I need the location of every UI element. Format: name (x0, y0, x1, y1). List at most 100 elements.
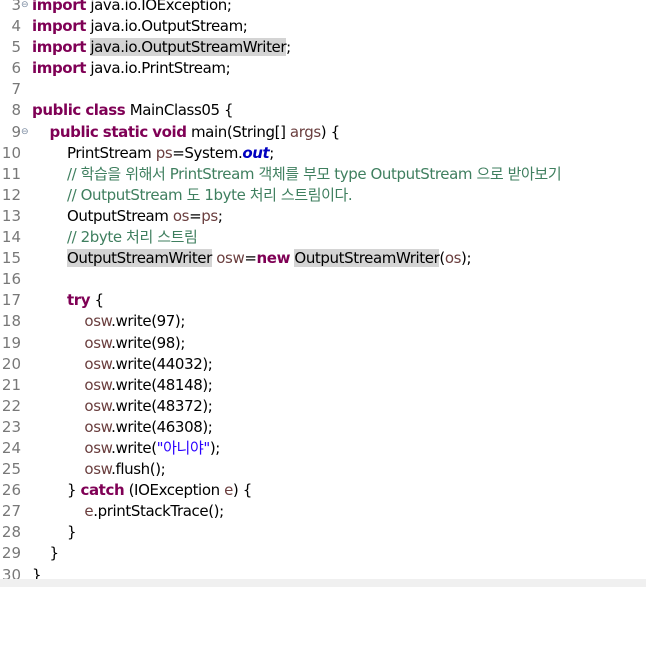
keyword-token: import (32, 38, 86, 57)
line-number: 25 (1, 460, 21, 479)
variable-token: osw (84, 438, 112, 457)
code-line-25[interactable]: 25 osw.flush(); (0, 459, 646, 480)
code-text: OutputStreamWriter osw=new OutputStreamW… (32, 248, 472, 269)
code-editor[interactable]: 3 ⊖ import java.io.IOException; 4 import… (0, 0, 646, 586)
variable-token: osw (84, 417, 112, 436)
code-line-7[interactable]: 7 (0, 79, 646, 100)
code-line-19[interactable]: 19 osw.write(98); (0, 333, 646, 354)
keyword-token: void (152, 122, 187, 141)
code-line-24[interactable]: 24 osw.write("아니야"); (0, 438, 646, 459)
fold-collapse-icon[interactable]: ⊖ (21, 122, 31, 143)
keyword-token: import (32, 59, 86, 78)
code-line-13[interactable]: 13 OutputStream os=ps; (0, 206, 646, 227)
plain-token: .write(48372); (111, 396, 213, 415)
code-text: osw.write(98); (32, 333, 185, 354)
fold-collapse-icon[interactable]: ⊖ (21, 0, 31, 16)
plain-token: { (90, 291, 104, 310)
code-text: import java.io.OutputStreamWriter; (32, 37, 291, 58)
code-line-28[interactable]: 28 } (0, 522, 646, 543)
code-line-5[interactable]: 5 import java.io.OutputStreamWriter; (0, 37, 646, 58)
code-line-22[interactable]: 22 osw.write(48372); (0, 396, 646, 417)
code-line-29[interactable]: 29 } (0, 543, 646, 564)
line-number: 4 (11, 17, 21, 36)
keyword-token: public (32, 101, 81, 120)
line-number: 14 (1, 228, 21, 247)
plain-token: .printStackTrace(); (93, 502, 224, 521)
line-number: 11 (1, 164, 21, 183)
code-text: } (32, 543, 59, 564)
code-line-26[interactable]: 26 } catch (IOException e) { (0, 480, 646, 501)
plain-token: MainClass05 { (125, 101, 234, 120)
line-number: 21 (1, 375, 21, 394)
plain-token: .write(44032); (111, 354, 213, 373)
code-line-12[interactable]: 12 // OutputStream 도 1byte 처리 스트림이다. (0, 185, 646, 206)
keyword-token: class (85, 101, 126, 120)
variable-token: ps (155, 143, 173, 162)
plain-token: .flush(); (111, 460, 166, 479)
plain-token: } (32, 523, 77, 542)
code-line-9[interactable]: 9 ⊖ public static void main(String[] arg… (0, 122, 646, 143)
variable-token: ps (201, 206, 218, 225)
plain-token: .write(98); (111, 333, 186, 352)
code-line-3[interactable]: 3 ⊖ import java.io.IOException; (0, 0, 646, 16)
line-number: 16 (1, 270, 21, 289)
variable-token: osw (84, 333, 112, 352)
plain-token: .write( (111, 438, 157, 457)
keyword-token: import (32, 0, 86, 14)
line-number: 12 (1, 185, 21, 204)
comment-token: // OutputStream 도 1byte 처리 스트림이다. (66, 185, 353, 204)
line-number: 29 (1, 544, 21, 563)
plain-token: } (32, 544, 59, 563)
code-line-16[interactable]: 16 (0, 269, 646, 290)
plain-token: ) { (232, 481, 252, 500)
code-line-10[interactable]: 10 PrintStream ps=System.out; (0, 143, 646, 164)
variable-token: osw (84, 354, 112, 373)
code-line-27[interactable]: 27 e.printStackTrace(); (0, 501, 646, 522)
variable-token: os (444, 249, 462, 268)
plain-token: ; (217, 206, 223, 225)
occurrence-highlight: OutputStreamWriter (294, 249, 440, 268)
code-line-17[interactable]: 17 try { (0, 290, 646, 311)
code-text: osw.write("아니야"); (32, 438, 220, 459)
line-number: 5 (11, 38, 21, 57)
code-line-8[interactable]: 8 public class MainClass05 { (0, 100, 646, 121)
code-line-4[interactable]: 4 import java.io.OutputStream; (0, 16, 646, 37)
line-number: 3 (11, 0, 21, 14)
variable-token: osw (84, 375, 112, 394)
plain-token: ); (461, 249, 472, 268)
code-line-20[interactable]: 20 osw.write(44032); (0, 354, 646, 375)
code-line-14[interactable]: 14 // 2byte 처리 스트림 (0, 227, 646, 248)
line-number: 19 (1, 333, 21, 352)
line-number: 15 (1, 249, 21, 268)
line-number: 8 (11, 101, 21, 120)
plain-token: OutputStream (32, 206, 173, 225)
plain-token: ; (269, 143, 274, 162)
plain-token: ); (209, 438, 221, 457)
code-text: osw.write(44032); (32, 354, 212, 375)
code-line-11[interactable]: 11 // 학습을 위해서 PrintStream 객체를 부모 type Ou… (0, 164, 646, 185)
line-number: 26 (1, 481, 21, 500)
plain-token: PrintStream (32, 143, 156, 162)
code-line-18[interactable]: 18 osw.write(97); (0, 311, 646, 332)
code-line-6[interactable]: 6 import java.io.PrintStream; (0, 58, 646, 79)
plain-token: = (189, 206, 202, 225)
plain-token: ) { (320, 122, 340, 141)
code-text: // 학습을 위해서 PrintStream 객체를 부모 type Outpu… (32, 164, 562, 185)
keyword-token: static (102, 122, 148, 141)
code-text: import java.io.IOException; (32, 0, 232, 16)
code-line-15[interactable]: 15 OutputStreamWriter osw=new OutputStre… (0, 248, 646, 269)
code-line-21[interactable]: 21 osw.write(48148); (0, 375, 646, 396)
line-number: 18 (1, 312, 21, 331)
plain-token: java.io.OutputStream; (85, 17, 248, 36)
code-line-23[interactable]: 23 osw.write(46308); (0, 417, 646, 438)
